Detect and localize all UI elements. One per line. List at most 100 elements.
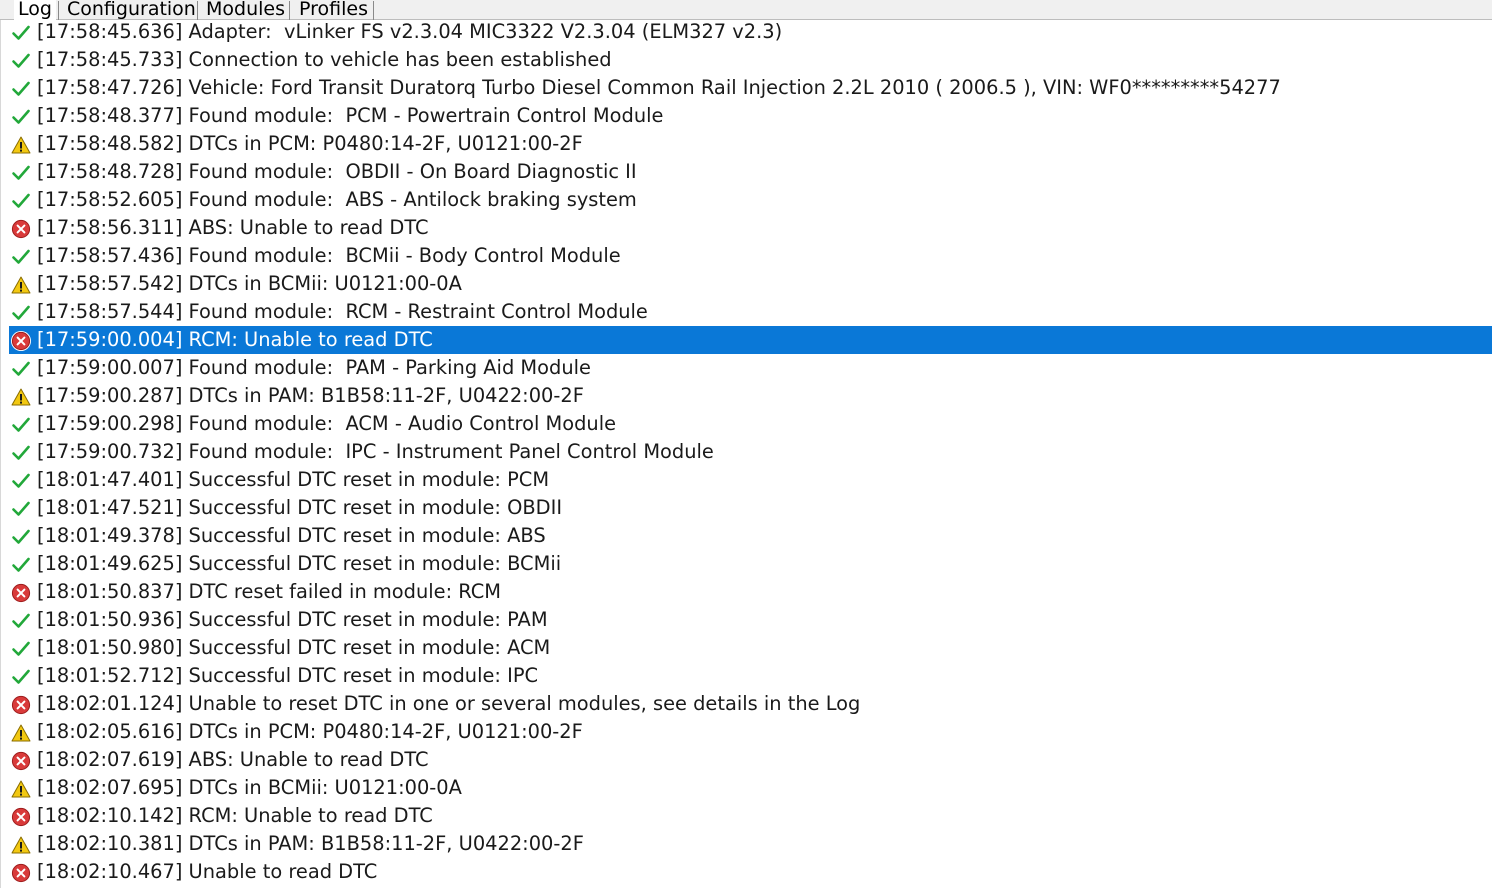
log-entry-text: [17:58:57.542] DTCs in BCMii: U0121:00-0… xyxy=(37,272,462,295)
log-entry-text: [18:02:01.124] Unable to reset DTC in on… xyxy=(37,692,861,715)
log-entry[interactable]: [18:01:50.837] DTC reset failed in modul… xyxy=(9,578,1492,606)
log-entry-text: [17:59:00.287] DTCs in PAM: B1B58:11-2F,… xyxy=(37,384,584,407)
log-entry-text: [17:58:47.726] Vehicle: Ford Transit Dur… xyxy=(37,76,1281,99)
log-entry[interactable]: [18:02:01.124] Unable to reset DTC in on… xyxy=(9,690,1492,718)
log-entry[interactable]: [17:59:00.732] Found module: IPC - Instr… xyxy=(9,438,1492,466)
log-entry-text: [18:01:49.625] Successful DTC reset in m… xyxy=(37,552,562,575)
log-entry[interactable]: [17:59:00.007] Found module: PAM - Parki… xyxy=(9,354,1492,382)
check-icon xyxy=(11,107,31,127)
log-entry-text: [17:59:00.298] Found module: ACM - Audio… xyxy=(37,412,617,435)
warning-icon xyxy=(11,835,31,855)
check-icon xyxy=(11,191,31,211)
log-entry[interactable]: [17:59:00.287] DTCs in PAM: B1B58:11-2F,… xyxy=(9,382,1492,410)
log-entry-text: [18:02:07.695] DTCs in BCMii: U0121:00-0… xyxy=(37,776,462,799)
tab-log[interactable]: Log xyxy=(14,0,56,21)
log-entry[interactable]: [18:01:49.625] Successful DTC reset in m… xyxy=(9,550,1492,578)
log-entry[interactable]: [18:02:10.381] DTCs in PAM: B1B58:11-2F,… xyxy=(9,830,1492,858)
log-entry[interactable]: [18:02:07.619] ABS: Unable to read DTC xyxy=(9,746,1492,774)
log-entry[interactable]: [18:01:50.936] Successful DTC reset in m… xyxy=(9,606,1492,634)
check-icon xyxy=(11,639,31,659)
log-entry-text: [18:02:10.467] Unable to read DTC xyxy=(37,860,378,883)
log-entry-text: [17:58:48.377] Found module: PCM - Power… xyxy=(37,104,664,127)
log-entry-text: [17:58:52.605] Found module: ABS - Antil… xyxy=(37,188,637,211)
error-icon xyxy=(11,807,31,827)
log-entry[interactable]: [18:02:10.467] Unable to read DTC xyxy=(9,858,1492,886)
check-icon xyxy=(11,247,31,267)
check-icon xyxy=(11,471,31,491)
log-entry-text: [18:02:07.619] ABS: Unable to read DTC xyxy=(37,748,429,771)
tab-modules[interactable]: Modules xyxy=(202,0,289,20)
log-entry-text: [18:01:49.378] Successful DTC reset in m… xyxy=(37,524,546,547)
check-icon xyxy=(11,499,31,519)
check-icon xyxy=(11,23,31,43)
log-entry-text: [17:59:00.732] Found module: IPC - Instr… xyxy=(37,440,714,463)
log-entry-text: [18:01:50.980] Successful DTC reset in m… xyxy=(37,636,551,659)
check-icon xyxy=(11,667,31,687)
log-entry[interactable]: [17:58:45.733] Connection to vehicle has… xyxy=(9,46,1492,74)
tab-profiles[interactable]: Profiles xyxy=(295,0,372,20)
warning-icon xyxy=(11,275,31,295)
check-icon xyxy=(11,443,31,463)
log-entry-text: [18:01:47.401] Successful DTC reset in m… xyxy=(37,468,550,491)
log-entry[interactable]: [17:58:57.544] Found module: RCM - Restr… xyxy=(9,298,1492,326)
log-entry[interactable]: [17:58:57.542] DTCs in BCMii: U0121:00-0… xyxy=(9,270,1492,298)
check-icon xyxy=(11,611,31,631)
log-entry-text: [17:58:56.311] ABS: Unable to read DTC xyxy=(37,216,429,239)
warning-icon xyxy=(11,135,31,155)
check-icon xyxy=(11,555,31,575)
log-entry[interactable]: [17:58:56.311] ABS: Unable to read DTC xyxy=(9,214,1492,242)
error-icon xyxy=(11,331,31,351)
tab-separator xyxy=(289,1,290,20)
log-entry[interactable]: [17:58:52.605] Found module: ABS - Antil… xyxy=(9,186,1492,214)
log-entry-text: [17:58:45.636] Adapter: vLinker FS v2.3.… xyxy=(37,20,783,43)
log-entry-text: [18:01:52.712] Successful DTC reset in m… xyxy=(37,664,539,687)
check-icon xyxy=(11,163,31,183)
log-entry[interactable]: [18:02:05.616] DTCs in PCM: P0480:14-2F,… xyxy=(9,718,1492,746)
log-entry[interactable]: [17:59:00.004] RCM: Unable to read DTC xyxy=(9,326,1492,354)
log-entry[interactable]: [17:58:48.377] Found module: PCM - Power… xyxy=(9,102,1492,130)
log-entry[interactable]: [17:58:57.436] Found module: BCMii - Bod… xyxy=(9,242,1492,270)
log-entry-text: [18:01:50.837] DTC reset failed in modul… xyxy=(37,580,502,603)
log-entry-text: [17:58:48.728] Found module: OBDII - On … xyxy=(37,160,637,183)
log-entry[interactable]: [17:58:48.582] DTCs in PCM: P0480:14-2F,… xyxy=(9,130,1492,158)
check-icon xyxy=(11,79,31,99)
log-entry-text: [18:02:05.616] DTCs in PCM: P0480:14-2F,… xyxy=(37,720,583,743)
tab-configuration[interactable]: Configuration xyxy=(63,0,200,20)
log-entry[interactable]: [18:01:49.378] Successful DTC reset in m… xyxy=(9,522,1492,550)
log-entry[interactable]: [18:01:47.521] Successful DTC reset in m… xyxy=(9,494,1492,522)
log-entry-text: [18:01:50.936] Successful DTC reset in m… xyxy=(37,608,548,631)
check-icon xyxy=(11,415,31,435)
warning-icon xyxy=(11,723,31,743)
log-list[interactable]: [17:58:45.636] Adapter: vLinker FS v2.3.… xyxy=(0,20,1492,888)
error-icon xyxy=(11,695,31,715)
log-entry-text: [17:58:45.733] Connection to vehicle has… xyxy=(37,48,612,71)
log-entry[interactable]: [17:58:48.728] Found module: OBDII - On … xyxy=(9,158,1492,186)
log-entry-text: [17:58:57.436] Found module: BCMii - Bod… xyxy=(37,244,621,267)
warning-icon xyxy=(11,387,31,407)
log-entry[interactable]: [17:58:47.726] Vehicle: Ford Transit Dur… xyxy=(9,74,1492,102)
log-entry[interactable]: [17:59:00.298] Found module: ACM - Audio… xyxy=(9,410,1492,438)
check-icon xyxy=(11,359,31,379)
check-icon xyxy=(11,527,31,547)
log-entry-text: [17:59:00.004] RCM: Unable to read DTC xyxy=(37,328,433,351)
error-icon xyxy=(11,219,31,239)
tab-separator xyxy=(373,1,374,20)
log-entry-text: [18:01:47.521] Successful DTC reset in m… xyxy=(37,496,563,519)
tab-separator xyxy=(58,1,59,20)
error-icon xyxy=(11,751,31,771)
log-entry[interactable]: [18:01:47.401] Successful DTC reset in m… xyxy=(9,466,1492,494)
log-entry[interactable]: [18:02:07.695] DTCs in BCMii: U0121:00-0… xyxy=(9,774,1492,802)
warning-icon xyxy=(11,779,31,799)
log-entry-text: [18:02:10.381] DTCs in PAM: B1B58:11-2F,… xyxy=(37,832,584,855)
log-entry-text: [18:02:10.142] RCM: Unable to read DTC xyxy=(37,804,433,827)
log-entry[interactable]: [18:01:50.980] Successful DTC reset in m… xyxy=(9,634,1492,662)
check-icon xyxy=(11,303,31,323)
log-entry[interactable]: [17:58:45.636] Adapter: vLinker FS v2.3.… xyxy=(9,20,1492,46)
log-entry-text: [17:58:57.544] Found module: RCM - Restr… xyxy=(37,300,648,323)
error-icon xyxy=(11,583,31,603)
log-entry[interactable]: [18:02:10.142] RCM: Unable to read DTC xyxy=(9,802,1492,830)
error-icon xyxy=(11,863,31,883)
tab-bar: Log Configuration Modules Profiles xyxy=(0,0,1492,21)
log-entry-text: [17:58:48.582] DTCs in PCM: P0480:14-2F,… xyxy=(37,132,583,155)
log-entry[interactable]: [18:01:52.712] Successful DTC reset in m… xyxy=(9,662,1492,690)
